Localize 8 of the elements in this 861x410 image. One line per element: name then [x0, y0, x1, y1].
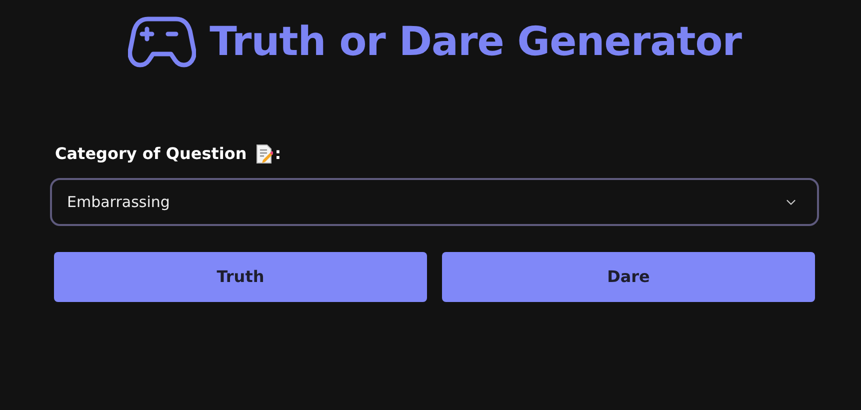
- category-select[interactable]: Embarrassing: [50, 178, 819, 226]
- gamepad-icon: [128, 16, 196, 68]
- label-colon: :: [274, 143, 282, 165]
- truth-button[interactable]: Truth: [54, 252, 427, 302]
- field-label: Category of Question: [55, 143, 247, 165]
- page-title: Truth or Dare Generator: [210, 18, 742, 66]
- memo-icon: [254, 144, 273, 164]
- dare-button[interactable]: Dare: [442, 252, 815, 302]
